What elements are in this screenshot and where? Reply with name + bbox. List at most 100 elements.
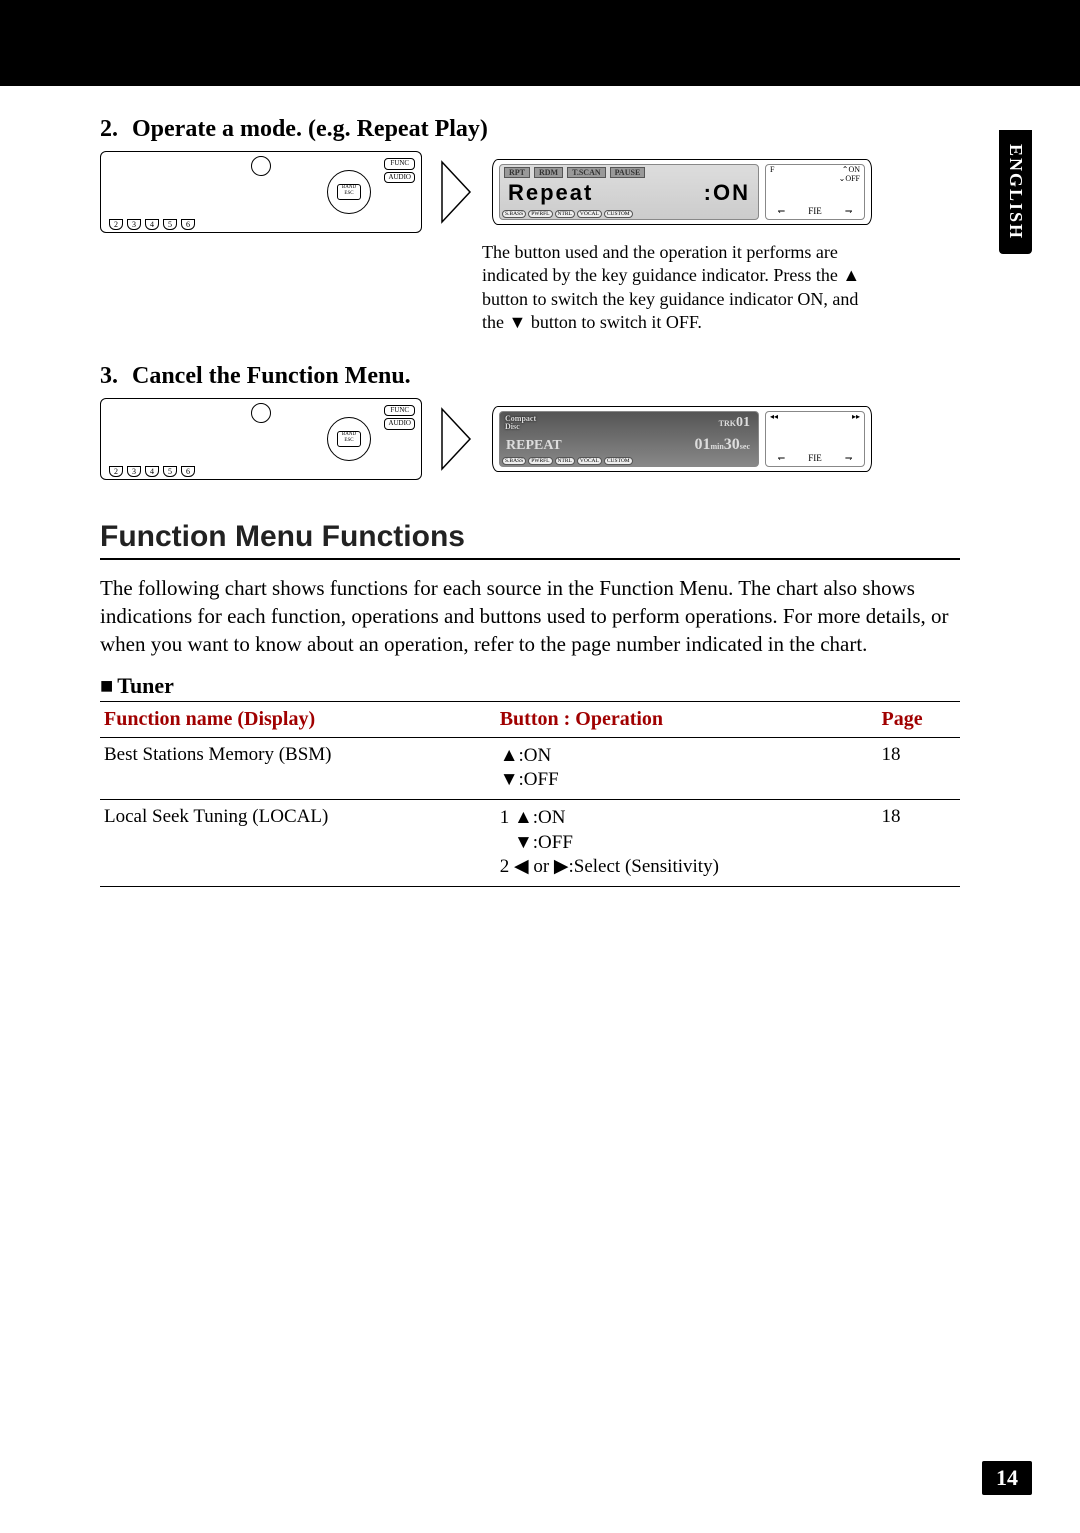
op-line: 1 ▲:ON [500, 806, 874, 831]
step-2-illustration: BAND ESC FUNC AUDIO 2 3 4 5 6 RPT RDM T.… [100, 151, 960, 233]
preset-btn: 6 [181, 219, 195, 230]
th-button-op: Button : Operation [496, 702, 878, 738]
preset-btn: 2 [109, 466, 123, 477]
lcd-eq: S.BASS [502, 457, 526, 465]
preset-btn: 4 [145, 466, 159, 477]
lcd-mode: RPT [504, 167, 530, 178]
repeat-indicator: REPEAT [506, 438, 562, 454]
seek-left-icon: ↽ [778, 453, 786, 464]
prev-track-icon: ◂◂ [770, 412, 778, 421]
dpad-icon: BAND ESC [327, 170, 371, 214]
side-fie: FIE [808, 453, 822, 464]
lcd-side: F ⌃ON ⌄OFF ↽ FIE ⇁ [765, 164, 865, 220]
device-preset-buttons: 2 3 4 5 6 [109, 219, 195, 230]
lcd-eq: VOCAL [577, 210, 602, 218]
track-indicator: TRK01 [719, 415, 750, 431]
step-3-number: 3. [100, 363, 118, 389]
func-label: FUNC [384, 405, 415, 417]
preset-btn: 2 [109, 219, 123, 230]
side-on-icon: ⌃ON [842, 165, 860, 174]
lcd-eq: NTRL [555, 457, 575, 465]
cell-ops: ▲:ON ▼:OFF [496, 737, 878, 799]
lcd-eq-bar: S.BASS PWRFL NTRL VOCAL CUSTOM [502, 210, 756, 218]
section-heading: Function Menu Functions [100, 520, 960, 560]
th-function-name: Function name (Display) [100, 702, 496, 738]
disc-icon [251, 156, 271, 176]
step-2-number: 2. [100, 116, 118, 142]
subheading-text: Tuner [117, 673, 174, 698]
preset-btn: 5 [163, 466, 177, 477]
step-2-title: Operate a mode. (e.g. Repeat Play) [132, 116, 488, 142]
lcd-screen-repeat: RPT RDM T.SCAN PAUSE Repeat :ON S.BASS P… [492, 159, 872, 225]
lcd-mode-bar: RPT RDM T.SCAN PAUSE [500, 165, 758, 180]
disc-icon [251, 403, 271, 423]
band-esc-label: BAND ESC [337, 184, 361, 200]
lcd-big-text: Repeat :ON [500, 180, 758, 206]
audio-label: AUDIO [384, 172, 415, 184]
lcd-mode: T.SCAN [567, 167, 606, 178]
side-f: F [770, 165, 774, 174]
step-3-title: Cancel the Function Menu. [132, 363, 411, 389]
language-tab: ENGLISH [999, 130, 1032, 254]
page-header-bar [0, 0, 1080, 86]
triangle-down-icon: ▼ [509, 312, 527, 332]
lcd-eq: PWRFL [528, 210, 552, 218]
explain-part1: The button used and the operation it per… [482, 242, 842, 285]
lcd-big-left: Repeat [508, 180, 593, 206]
page-number: 14 [982, 1461, 1032, 1495]
device-right-labels: FUNC AUDIO [384, 156, 415, 185]
tuner-function-table: Function name (Display) Button : Operati… [100, 702, 960, 887]
lcd-side-nav: ◂◂ ▸▸ [766, 412, 864, 421]
dpad-icon: BAND ESC [327, 417, 371, 461]
lcd-eq: CUSTOM [604, 210, 633, 218]
tuner-subheading: ■Tuner [100, 673, 960, 702]
lcd-big-right: :ON [704, 180, 750, 206]
seek-right-icon: ⇁ [845, 453, 853, 464]
seek-left-icon: ↽ [778, 206, 786, 217]
preset-btn: 6 [181, 466, 195, 477]
time-indicator: 01min30sec [694, 436, 750, 454]
preset-btn: 3 [127, 219, 141, 230]
cell-func-name: Best Stations Memory (BSM) [100, 737, 496, 799]
device-diagram: BAND ESC FUNC AUDIO 2 3 4 5 6 [100, 151, 422, 233]
op-line: ▲:ON [500, 744, 874, 769]
lcd-eq-bar: S.BASS PWRFL NTRL VOCAL CUSTOM [502, 457, 756, 465]
explain-part3: button to switch it OFF. [526, 312, 702, 332]
lcd-mode: RDM [534, 167, 563, 178]
th-page: Page [877, 702, 960, 738]
cell-page: 18 [877, 737, 960, 799]
lcd-mode: PAUSE [610, 167, 646, 178]
op-line: ▼:OFF [500, 831, 874, 856]
lcd-side-bottom: ↽ FIE ⇁ [766, 206, 864, 217]
next-track-icon: ▸▸ [852, 412, 860, 421]
step-3-heading: 3. Cancel the Function Menu. [100, 363, 960, 390]
func-label: FUNC [384, 158, 415, 170]
step-2-explanation: The button used and the operation it per… [482, 241, 862, 335]
preset-btn: 4 [145, 219, 159, 230]
device-preset-buttons: 2 3 4 5 6 [109, 466, 195, 477]
step-2-heading: 2. Operate a mode. (e.g. Repeat Play) [100, 116, 960, 143]
section-paragraph: The following chart shows functions for … [100, 574, 960, 659]
band-esc-label: BAND ESC [337, 431, 361, 447]
square-bullet-icon: ■ [100, 673, 113, 698]
lcd-main-cd: CompactDisc TRK01 REPEAT 01min30sec S.BA… [499, 411, 759, 467]
op-line: 2 ◀ or ▶:Select (Sensitivity) [500, 855, 874, 880]
lcd-main: RPT RDM T.SCAN PAUSE Repeat :ON S.BASS P… [499, 164, 759, 220]
op-line: ▼:OFF [500, 768, 874, 793]
lcd-screen-cd: CompactDisc TRK01 REPEAT 01min30sec S.BA… [492, 406, 872, 472]
preset-btn: 3 [127, 466, 141, 477]
lcd-eq: NTRL [555, 210, 575, 218]
lcd-eq: CUSTOM [604, 457, 633, 465]
lcd-eq: S.BASS [502, 210, 526, 218]
preset-btn: 5 [163, 219, 177, 230]
audio-label: AUDIO [384, 418, 415, 430]
leads-to-arrow-icon [440, 160, 474, 224]
device-diagram: BAND ESC FUNC AUDIO 2 3 4 5 6 [100, 398, 422, 480]
lcd-side-bottom: ↽ FIE ⇁ [766, 453, 864, 464]
seek-right-icon: ⇁ [845, 206, 853, 217]
cell-ops: 1 ▲:ON ▼:OFF 2 ◀ or ▶:Select (Sensitivit… [496, 799, 878, 886]
lcd-side-off: ⌄OFF [766, 174, 864, 183]
cell-func-name: Local Seek Tuning (LOCAL) [100, 799, 496, 886]
leads-to-arrow-icon [440, 407, 474, 471]
step-3-illustration: BAND ESC FUNC AUDIO 2 3 4 5 6 CompactDis… [100, 398, 960, 480]
